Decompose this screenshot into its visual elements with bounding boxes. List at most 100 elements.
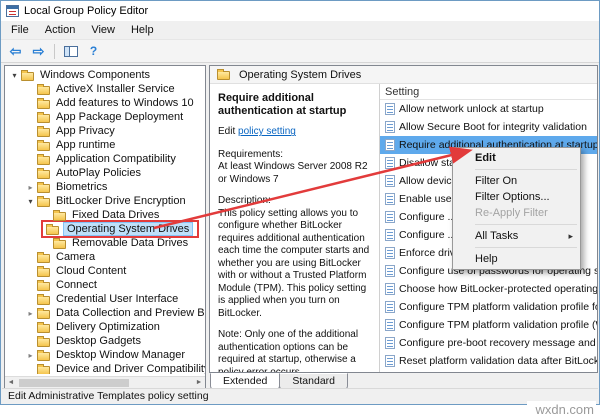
tree-item-label: Windows Components	[38, 69, 152, 81]
tree-item-autoplay-policies[interactable]: AutoPlay Policies	[5, 166, 205, 180]
setting-row[interactable]: Allow network unlock at startup	[380, 100, 597, 118]
setting-label: Configure TPM platform validation profil…	[399, 319, 597, 331]
chevron-collapsed-icon[interactable]: ▸	[25, 309, 36, 318]
setting-row[interactable]: Reset platform validation data after Bit…	[380, 352, 597, 370]
policy-title: Require additional authentication at sta…	[218, 92, 371, 118]
context-menu-help[interactable]: Help	[453, 251, 580, 267]
setting-row[interactable]: Choose how BitLocker-protected operating…	[380, 280, 597, 298]
edit-policy-setting-link[interactable]: policy setting	[238, 126, 296, 137]
status-bar: Edit Administrative Templates policy set…	[2, 388, 598, 403]
context-menu-filter-options[interactable]: Filter Options...	[453, 189, 580, 205]
tree-item-desktop-gadgets[interactable]: Desktop Gadgets	[5, 334, 205, 348]
menu-action[interactable]: Action	[37, 22, 84, 38]
note-text: Note: Only one of the additional authent…	[218, 329, 371, 372]
requirements-text: At least Windows Server 2008 R2 or Windo…	[218, 161, 371, 186]
back-button[interactable]: ⇦	[5, 42, 26, 61]
status-text: Edit Administrative Templates policy set…	[8, 390, 209, 402]
forward-button[interactable]: ⇨	[28, 42, 49, 61]
tree-item-app-package-deployment[interactable]: App Package Deployment	[5, 110, 205, 124]
policy-icon	[385, 247, 395, 259]
setting-row[interactable]: Configure TPM platform validation profil…	[380, 298, 597, 316]
folder-icon	[37, 310, 50, 319]
context-menu-reapply-filter: Re-Apply Filter	[453, 205, 580, 221]
setting-row[interactable]: Configure pre-boot recovery message and …	[380, 334, 597, 352]
toolbar-divider	[54, 44, 55, 59]
policy-icon	[385, 193, 395, 205]
tree-item-bitlocker-drive-encryption[interactable]: ▾ BitLocker Drive Encryption	[5, 194, 205, 208]
scrollbar-thumb[interactable]	[19, 379, 129, 387]
tree-item-label: Credential User Interface	[54, 293, 180, 305]
scroll-left-icon[interactable]: ◄	[5, 379, 17, 386]
tree-item-device-driver-compatibility[interactable]: Device and Driver Compatibility	[5, 362, 205, 374]
menu-view[interactable]: View	[83, 22, 123, 38]
tree-item-windows-components[interactable]: ▾ Windows Components	[5, 68, 205, 82]
folder-icon	[37, 142, 50, 151]
policy-icon	[385, 103, 395, 115]
forward-arrow-icon: ⇨	[33, 44, 45, 58]
tree-item-application-compatibility[interactable]: Application Compatibility	[5, 152, 205, 166]
content-header: Operating System Drives	[210, 66, 597, 84]
tree: ▾ Windows Components ActiveX Installer S…	[5, 66, 205, 374]
help-button[interactable]: ?	[83, 42, 104, 61]
folder-icon	[53, 240, 66, 249]
help-icon: ?	[90, 44, 97, 58]
tree-item-label: Desktop Window Manager	[54, 349, 187, 361]
tree-item-app-privacy[interactable]: App Privacy	[5, 124, 205, 138]
policy-icon	[385, 139, 395, 151]
chevron-collapsed-icon[interactable]: ▸	[25, 351, 36, 360]
console-tree-button[interactable]	[60, 42, 81, 61]
tree-item-credential-user-interface[interactable]: Credential User Interface	[5, 292, 205, 306]
console-tree-icon	[64, 46, 78, 57]
setting-label: Choose how BitLocker-protected operating…	[399, 283, 597, 295]
tree-item-camera[interactable]: Camera	[5, 250, 205, 264]
app-icon	[6, 5, 19, 17]
folder-icon	[37, 366, 50, 375]
chevron-collapsed-icon[interactable]: ▸	[25, 183, 36, 192]
folder-icon	[53, 212, 66, 221]
folder-icon	[37, 128, 50, 137]
annotation-red-box: Operating System Drives	[41, 220, 199, 238]
tree-item-label: Removable Data Drives	[70, 237, 190, 249]
folder-icon	[37, 324, 50, 333]
tree-item-app-runtime[interactable]: App runtime	[5, 138, 205, 152]
tree-item-add-features[interactable]: Add features to Windows 10	[5, 96, 205, 110]
tree-item-cloud-content[interactable]: Cloud Content	[5, 264, 205, 278]
tree-item-connect[interactable]: Connect	[5, 278, 205, 292]
tree-item-removable-data-drives[interactable]: Removable Data Drives	[5, 236, 205, 250]
setting-label: Configure ...	[399, 229, 456, 241]
tree-item-operating-system-drives[interactable]: Operating System Drives	[5, 222, 205, 236]
policy-icon	[385, 355, 395, 367]
tree-item-label: BitLocker Drive Encryption	[54, 195, 188, 207]
tree-item-label: Connect	[54, 279, 99, 291]
all-tasks-label: All Tasks	[475, 230, 518, 242]
setting-row[interactable]: Configure TPM platform validation profil…	[380, 316, 597, 334]
folder-icon	[217, 71, 230, 80]
tree-item-label: App runtime	[54, 139, 117, 151]
context-menu-filter-on[interactable]: Filter On	[453, 173, 580, 189]
tree-item-label: Biometrics	[54, 181, 109, 193]
chevron-expanded-icon[interactable]: ▾	[9, 71, 20, 80]
scroll-right-icon[interactable]: ►	[193, 379, 205, 386]
folder-icon	[37, 268, 50, 277]
setting-row[interactable]: Allow Secure Boot for integrity validati…	[380, 118, 597, 136]
tree-item-data-collection[interactable]: ▸ Data Collection and Preview Build...	[5, 306, 205, 320]
context-menu-edit[interactable]: Edit	[453, 150, 580, 166]
menu-separator	[475, 247, 577, 248]
setting-column-header[interactable]: Setting	[380, 84, 597, 100]
tree-item-activex-installer-service[interactable]: ActiveX Installer Service	[5, 82, 205, 96]
tree-horizontal-scrollbar[interactable]: ◄ ►	[5, 376, 205, 388]
context-menu-all-tasks[interactable]: All Tasks ▸	[453, 228, 580, 244]
chevron-expanded-icon[interactable]: ▾	[25, 197, 36, 206]
tree-item-label: ActiveX Installer Service	[54, 83, 177, 95]
folder-icon	[37, 184, 50, 193]
tree-item-label: Add features to Windows 10	[54, 97, 196, 109]
menu-help[interactable]: Help	[123, 22, 162, 38]
tree-item-biometrics[interactable]: ▸ Biometrics	[5, 180, 205, 194]
tree-item-desktop-window-manager[interactable]: ▸ Desktop Window Manager	[5, 348, 205, 362]
folder-icon	[37, 114, 50, 123]
policy-icon	[385, 229, 395, 241]
tree-item-delivery-optimization[interactable]: Delivery Optimization	[5, 320, 205, 334]
folder-icon	[37, 352, 50, 361]
folder-icon	[37, 254, 50, 263]
menu-file[interactable]: File	[3, 22, 37, 38]
